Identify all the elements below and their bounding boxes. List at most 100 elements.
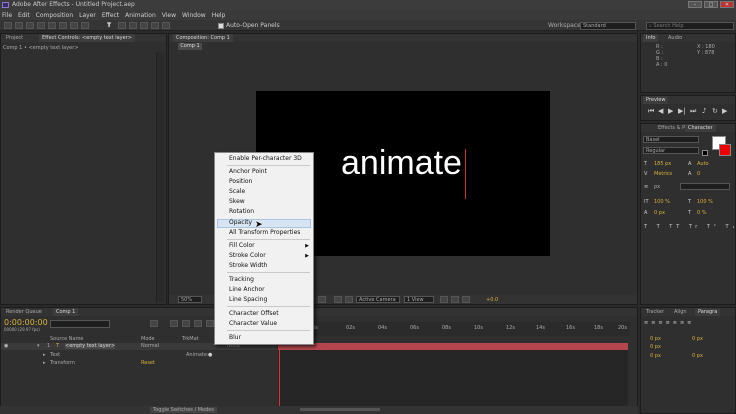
camera-tool-icon[interactable] [48, 22, 56, 29]
time-ruler[interactable]: 0s 02s 04s 06s 08s 10s 12s 14s 16s 18s 2… [278, 322, 630, 336]
tab-comp[interactable]: Comp 1 [53, 308, 79, 316]
menu-item-skew[interactable]: Skew [229, 198, 245, 206]
tab-audio[interactable]: Audio [665, 34, 685, 42]
workspace-select[interactable]: Standard [580, 22, 636, 30]
menu-item-line-anchor[interactable]: Line Anchor [229, 286, 265, 294]
clone-stamp-tool-icon[interactable] [129, 22, 137, 29]
space-before-value[interactable]: 0 px [650, 353, 661, 359]
font-family-select[interactable]: Basel [643, 136, 699, 143]
menu-item-enable-per-char-3d[interactable]: Enable Per-character 3D [229, 155, 302, 163]
menu-help[interactable]: Help [212, 12, 226, 19]
tab-character[interactable]: Character [685, 124, 716, 132]
brush-tool-icon[interactable] [118, 22, 126, 29]
rotate-tool-icon[interactable] [37, 22, 45, 29]
stroke-order-select[interactable] [680, 183, 730, 190]
play-icon[interactable]: ▶ [668, 108, 673, 115]
menu-item-blur[interactable]: Blur [229, 334, 241, 342]
zoom-select[interactable]: 50% [178, 296, 202, 303]
baseline-shift-value[interactable]: 0 px [654, 210, 665, 216]
kerning-value[interactable]: Metrics [654, 171, 672, 177]
tab-preview[interactable]: Preview [643, 96, 669, 104]
menu-edit[interactable]: Edit [18, 12, 30, 19]
timeline-search-input[interactable] [50, 320, 110, 328]
mask-tool-icon[interactable] [70, 22, 78, 29]
transform-reset-link[interactable]: Reset [141, 360, 155, 366]
menu-effect[interactable]: Effect [102, 12, 119, 19]
menu-item-stroke-width[interactable]: Stroke Width [229, 262, 267, 270]
maximize-button[interactable]: □ [704, 1, 718, 8]
tab-paragraph[interactable]: Paragra [695, 308, 721, 316]
menu-view[interactable]: View [162, 12, 176, 19]
project-scrollbar[interactable] [156, 52, 164, 302]
selection-tool-icon[interactable] [4, 22, 12, 29]
hide-shy-layers-icon[interactable] [194, 320, 202, 327]
prev-frame-icon[interactable]: ◀ [658, 108, 663, 115]
fast-previews-icon[interactable] [451, 296, 459, 303]
menu-item-character-value[interactable]: Character Value [229, 320, 277, 328]
eraser-tool-icon[interactable] [140, 22, 148, 29]
minimize-button[interactable]: – [688, 1, 702, 8]
ram-preview-icon[interactable]: ▶ [722, 108, 727, 115]
tracking-value[interactable]: 0 [697, 171, 700, 177]
layer-expand-icon[interactable]: ▾ [37, 343, 40, 349]
menu-item-position[interactable]: Position [229, 178, 252, 186]
font-size-value[interactable]: 185 px [654, 161, 671, 167]
audio-icon[interactable]: ♪ [702, 108, 706, 115]
menu-item-rotation[interactable]: Rotation [229, 208, 254, 216]
first-frame-icon[interactable]: ⏮ [648, 108, 654, 115]
indent-left-value[interactable]: 0 px [650, 336, 661, 342]
draft-3d-icon[interactable] [182, 320, 190, 327]
visibility-icon[interactable]: ◉ [4, 343, 8, 349]
menu-item-opacity[interactable]: Opacity [229, 219, 252, 227]
last-frame-icon[interactable]: ⏭ [690, 108, 696, 115]
menu-animation[interactable]: Animation [125, 12, 156, 19]
live-update-icon[interactable] [170, 320, 178, 327]
tab-render-queue[interactable]: Render Queue [3, 308, 45, 316]
next-frame-icon[interactable]: ▶| [678, 108, 686, 115]
menu-layer[interactable]: Layer [79, 12, 96, 19]
transform-expand-icon[interactable]: ▸ [43, 360, 46, 366]
layer-name[interactable]: <empty text layer> [65, 343, 116, 349]
pan-behind-tool-icon[interactable] [59, 22, 67, 29]
menu-file[interactable]: File [2, 12, 12, 19]
layer-mode[interactable]: Normal [141, 343, 159, 349]
black-swatch[interactable] [702, 150, 708, 156]
tab-composition[interactable]: Composition: Comp 1 [173, 34, 233, 42]
canvas-text[interactable]: animate [341, 143, 462, 183]
vertical-scale-value[interactable]: 100 % [654, 199, 670, 205]
view-layout-select[interactable]: 1 View [404, 296, 434, 303]
stroke-color-swatch[interactable] [719, 144, 731, 156]
tab-effect-controls[interactable]: Effect Controls: <empty text layer> [39, 34, 135, 42]
exposure-value[interactable]: +0.0 [486, 297, 498, 303]
zoom-tool-icon[interactable] [26, 22, 34, 29]
roto-brush-tool-icon[interactable] [151, 22, 159, 29]
text-property-row[interactable]: Text [50, 352, 60, 358]
loop-icon[interactable]: ↻ [712, 108, 718, 115]
frame-blending-icon[interactable] [206, 320, 214, 327]
tab-project[interactable]: Project [3, 34, 26, 42]
close-button[interactable]: ✕ [720, 1, 734, 8]
space-after-value[interactable]: 0 px [692, 353, 703, 359]
text-expand-icon[interactable]: ▸ [43, 352, 46, 358]
region-icon[interactable] [334, 296, 342, 303]
stroke-width-value[interactable]: px [654, 184, 660, 190]
auto-open-panels-checkbox[interactable] [218, 23, 224, 29]
menu-item-fill-color[interactable]: Fill Color [229, 242, 255, 250]
tab-tracker[interactable]: Tracker [643, 308, 667, 316]
current-time-indicator[interactable] [279, 336, 280, 406]
animate-button-icon[interactable]: ● [208, 352, 212, 358]
menu-item-line-spacing[interactable]: Line Spacing [229, 296, 267, 304]
timecode-display[interactable]: 0:00:00:00 [4, 318, 48, 327]
active-camera-select[interactable]: Active Camera [356, 296, 400, 303]
zoom-slider[interactable] [300, 408, 380, 411]
font-style-select[interactable]: Regular [643, 147, 699, 154]
menu-item-anchor-point[interactable]: Anchor Point [229, 168, 267, 176]
comp-subtab[interactable]: Comp 1 [178, 43, 202, 50]
horizontal-scale-value[interactable]: 100 % [697, 199, 713, 205]
timeline-icon[interactable] [462, 296, 470, 303]
menu-item-stroke-color[interactable]: Stroke Color [229, 252, 266, 260]
menu-window[interactable]: Window [182, 12, 206, 19]
menu-item-tracking[interactable]: Tracking [229, 276, 254, 284]
puppet-tool-icon[interactable] [162, 22, 170, 29]
hand-tool-icon[interactable] [15, 22, 23, 29]
